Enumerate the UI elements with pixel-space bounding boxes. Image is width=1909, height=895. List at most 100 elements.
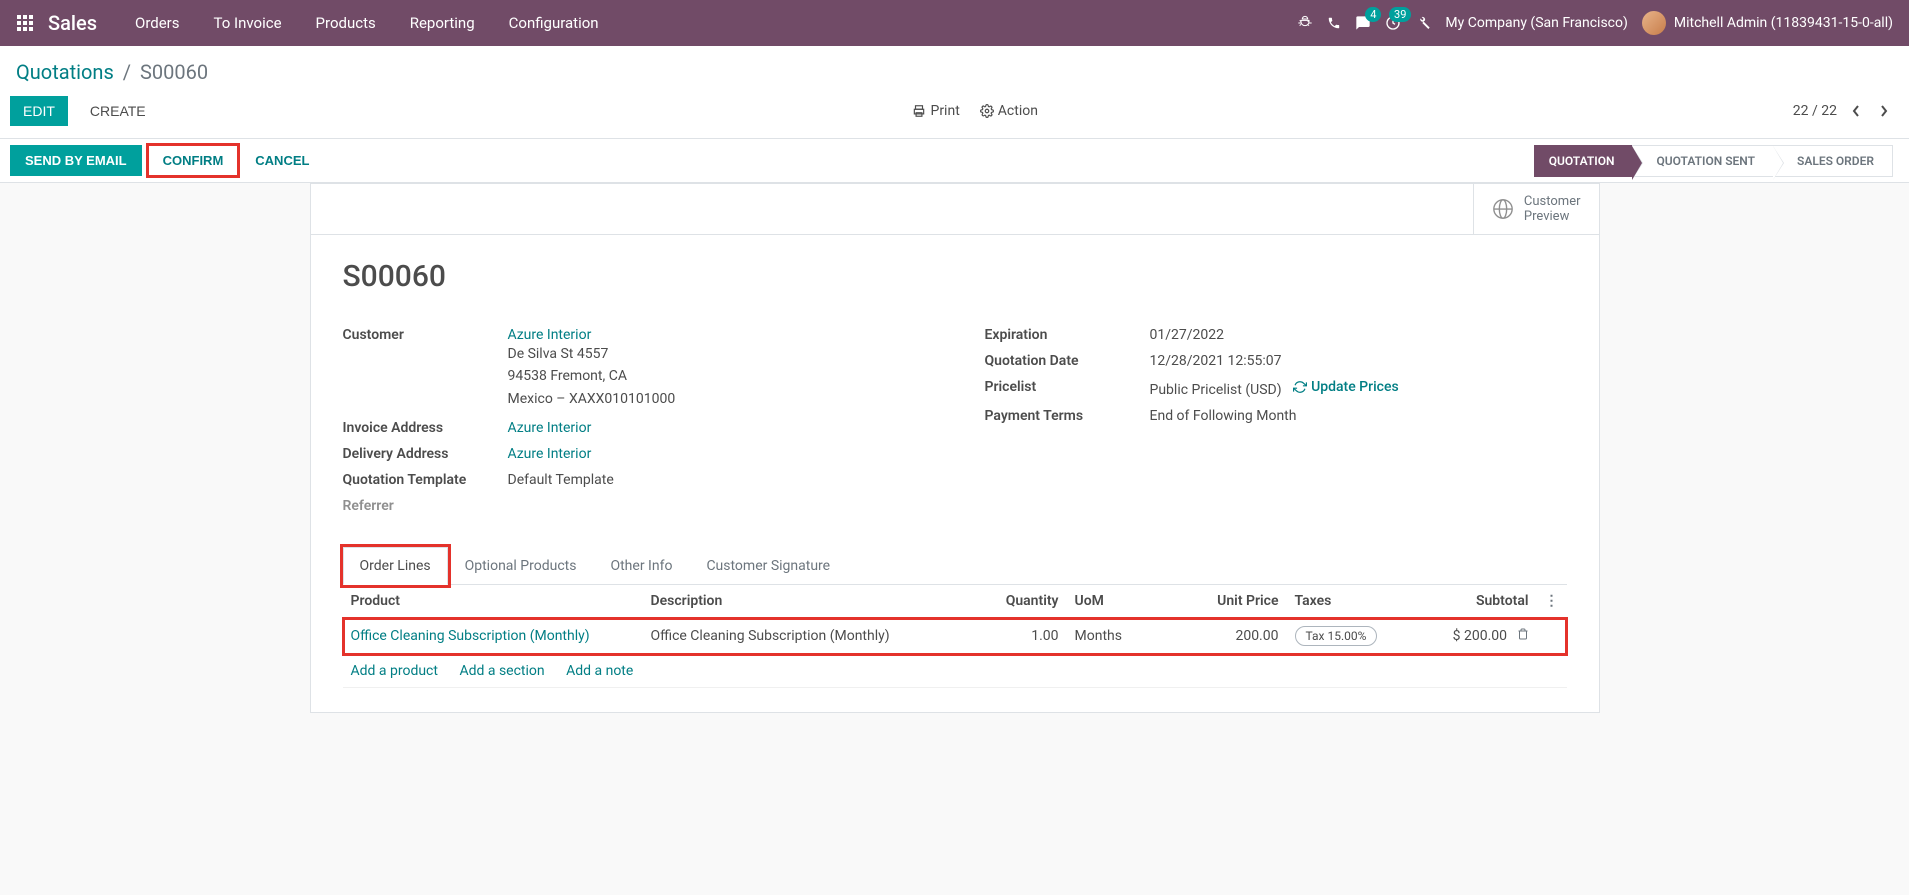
activities-badge: 39 [1389, 7, 1411, 22]
add-note-link[interactable]: Add a note [566, 663, 633, 679]
gear-icon [980, 104, 994, 118]
globe-icon [1492, 198, 1514, 220]
status-step-sales-order[interactable]: SALES ORDER [1773, 145, 1893, 177]
avatar-icon [1642, 11, 1666, 35]
pager: 22 / 22 [1793, 100, 1893, 122]
line-unit-price: 200.00 [1177, 618, 1287, 655]
app-brand[interactable]: Sales [48, 11, 97, 35]
menu-orders[interactable]: Orders [121, 8, 194, 38]
customer-preview-label: Customer Preview [1524, 194, 1581, 224]
user-name-label: Mitchell Admin (11839431-15-0-all) [1674, 15, 1893, 31]
delivery-address-label: Delivery Address [343, 446, 508, 462]
top-navbar: Sales Orders To Invoice Products Reporti… [0, 0, 1909, 46]
col-taxes: Taxes [1287, 585, 1417, 618]
create-button[interactable]: CREATE [78, 97, 158, 125]
breadcrumb-separator: / [123, 60, 131, 84]
right-column: Expiration 01/27/2022 Quotation Date 12/… [985, 322, 1567, 519]
status-bar: SEND BY EMAIL CONFIRM CANCEL QUOTATION Q… [0, 139, 1909, 183]
tab-other-info[interactable]: Other Info [593, 547, 689, 585]
control-bar: Quotations / S00060 EDIT CREATE Print Ac… [0, 46, 1909, 139]
tab-optional-products[interactable]: Optional Products [448, 547, 594, 585]
customer-addr1: De Silva St 4557 [508, 343, 676, 365]
customer-label: Customer [343, 327, 508, 343]
customer-addr2: 94538 Fremont, CA [508, 365, 676, 387]
main-menu: Orders To Invoice Products Reporting Con… [121, 8, 613, 38]
tab-order-lines[interactable]: Order Lines [343, 547, 448, 585]
invoice-address-label: Invoice Address [343, 420, 508, 436]
print-label: Print [930, 103, 959, 119]
action-label: Action [998, 103, 1038, 119]
delivery-address-link[interactable]: Azure Interior [508, 446, 592, 462]
order-line-row[interactable]: Office Cleaning Subscription (Monthly) O… [343, 618, 1567, 655]
apps-icon[interactable] [8, 15, 42, 31]
bug-icon[interactable] [1297, 15, 1313, 31]
breadcrumb-parent[interactable]: Quotations [16, 60, 114, 84]
update-prices-button[interactable]: Update Prices [1293, 379, 1399, 395]
update-prices-label: Update Prices [1311, 379, 1399, 395]
col-description: Description [643, 585, 957, 618]
quotation-date-label: Quotation Date [985, 353, 1150, 369]
status-steps: QUOTATION QUOTATION SENT SALES ORDER [1534, 145, 1893, 177]
edit-button[interactable]: EDIT [10, 96, 68, 126]
print-icon [912, 104, 926, 118]
col-unit-price: Unit Price [1177, 585, 1287, 618]
activities-icon[interactable]: 39 [1385, 15, 1401, 31]
left-column: Customer Azure Interior De Silva St 4557… [343, 322, 925, 519]
pager-text[interactable]: 22 / 22 [1793, 103, 1837, 119]
phone-icon[interactable] [1327, 16, 1341, 30]
customer-link[interactable]: Azure Interior [508, 327, 592, 343]
messages-icon[interactable]: 4 [1355, 15, 1371, 31]
line-product-link[interactable]: Office Cleaning Subscription (Monthly) [351, 628, 590, 644]
payment-terms-label: Payment Terms [985, 408, 1150, 424]
tools-icon[interactable] [1415, 15, 1431, 31]
messages-badge: 4 [1365, 7, 1381, 22]
col-subtotal: Subtotal [1417, 585, 1537, 618]
menu-configuration[interactable]: Configuration [495, 8, 613, 38]
form-sheet: Customer Preview S00060 Customer Azure I… [310, 183, 1600, 713]
cancel-button[interactable]: CANCEL [240, 145, 324, 176]
invoice-address-link[interactable]: Azure Interior [508, 420, 592, 436]
action-button[interactable]: Action [980, 103, 1038, 119]
pager-prev-icon[interactable] [1847, 100, 1865, 122]
col-product: Product [343, 585, 643, 618]
order-lines-table: Product Description Quantity UoM Unit Pr… [343, 585, 1567, 688]
systray: 4 39 My Company (San Francisco) Mitchell… [1297, 11, 1901, 35]
breadcrumb: Quotations / S00060 [0, 46, 1909, 92]
confirm-button[interactable]: CONFIRM [146, 143, 241, 178]
col-uom: UoM [1067, 585, 1177, 618]
status-step-quotation[interactable]: QUOTATION [1534, 145, 1633, 177]
quotation-template-label: Quotation Template [343, 472, 508, 488]
line-uom: Months [1067, 618, 1177, 655]
payment-terms-value: End of Following Month [1150, 408, 1297, 424]
quotation-template-value: Default Template [508, 472, 614, 488]
send-email-button[interactable]: SEND BY EMAIL [10, 145, 142, 176]
col-quantity: Quantity [957, 585, 1067, 618]
breadcrumb-current: S00060 [140, 60, 208, 84]
pricelist-label: Pricelist [985, 379, 1150, 395]
menu-reporting[interactable]: Reporting [396, 8, 489, 38]
status-step-quotation-sent[interactable]: QUOTATION SENT [1632, 145, 1773, 177]
company-switcher[interactable]: My Company (San Francisco) [1445, 15, 1627, 31]
user-menu[interactable]: Mitchell Admin (11839431-15-0-all) [1642, 11, 1893, 35]
refresh-icon [1293, 380, 1307, 394]
line-description: Office Cleaning Subscription (Monthly) [643, 618, 957, 655]
pager-next-icon[interactable] [1875, 100, 1893, 122]
trash-icon[interactable] [1517, 628, 1529, 644]
add-product-link[interactable]: Add a product [351, 663, 438, 679]
expiration-value: 01/27/2022 [1150, 327, 1225, 343]
pricelist-value: Public Pricelist (USD) [1150, 382, 1282, 398]
customer-addr3: Mexico – XAXX010101000 [508, 388, 676, 410]
menu-to-invoice[interactable]: To Invoice [200, 8, 296, 38]
customer-preview-button[interactable]: Customer Preview [1473, 184, 1599, 234]
add-section-link[interactable]: Add a section [459, 663, 544, 679]
tab-customer-signature[interactable]: Customer Signature [689, 547, 847, 585]
line-tax-chip: Tax 15.00% [1295, 626, 1378, 646]
expiration-label: Expiration [985, 327, 1150, 343]
menu-products[interactable]: Products [302, 8, 390, 38]
line-quantity: 1.00 [957, 618, 1067, 655]
referrer-label: Referrer [343, 498, 508, 514]
print-button[interactable]: Print [912, 103, 959, 119]
form-tabs: Order Lines Optional Products Other Info… [343, 547, 1567, 585]
col-kebab[interactable]: ⋮ [1537, 585, 1567, 618]
quotation-date-value: 12/28/2021 12:55:07 [1150, 353, 1282, 369]
